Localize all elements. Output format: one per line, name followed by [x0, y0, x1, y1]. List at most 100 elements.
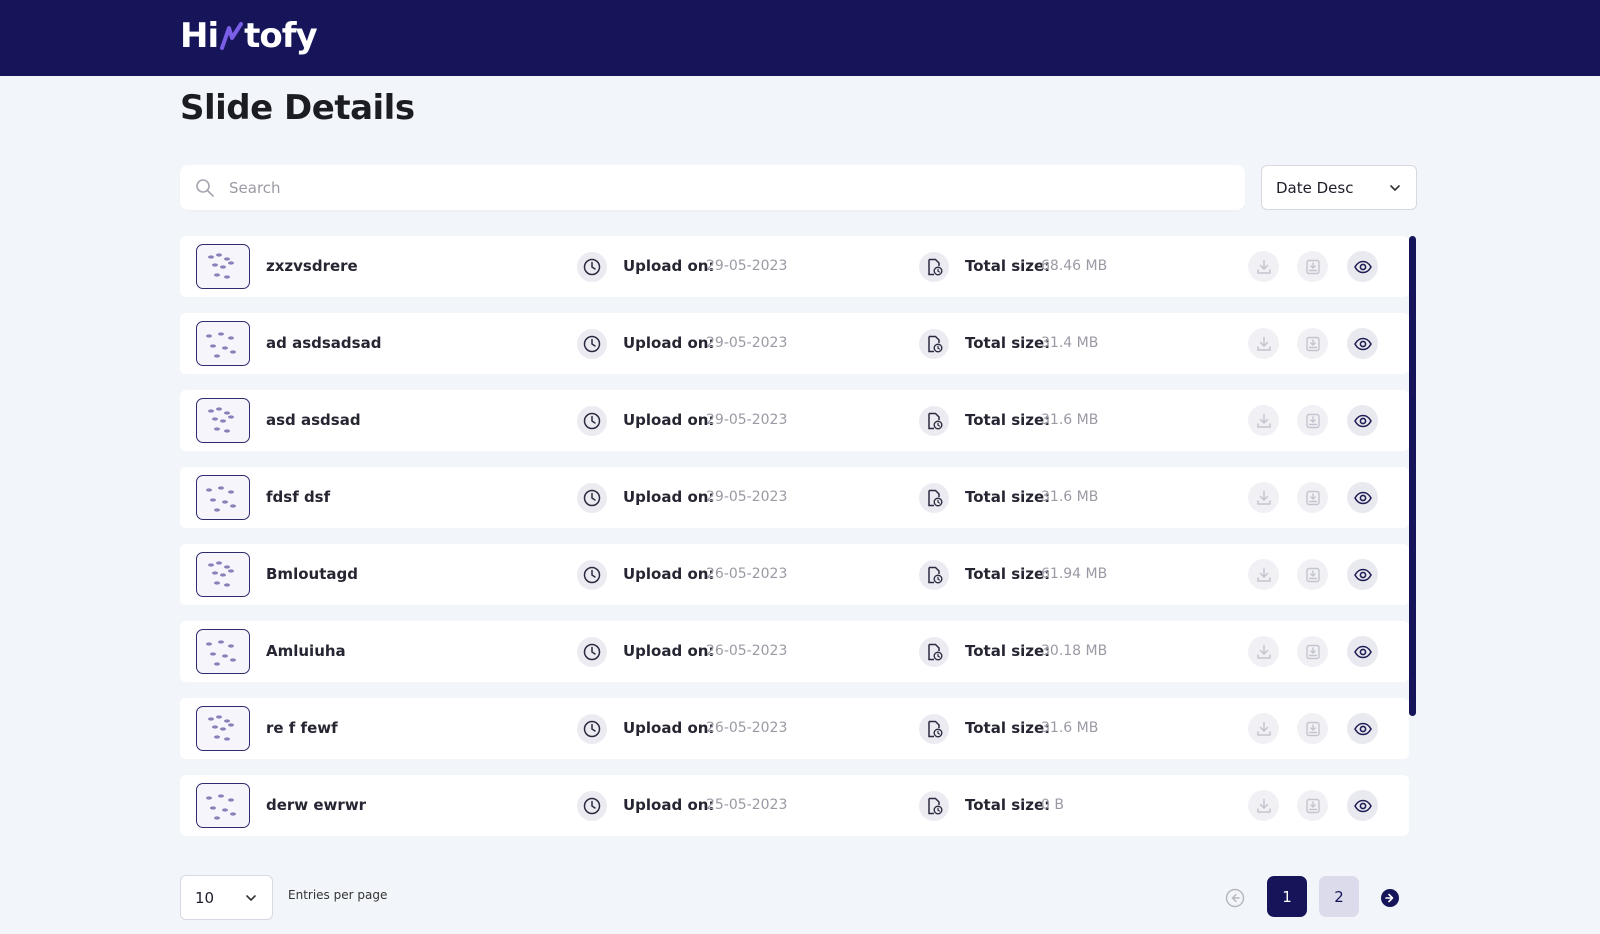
eye-icon [1353, 337, 1372, 350]
upload-on-label: Upload on: [623, 257, 715, 275]
view-button[interactable] [1347, 713, 1378, 744]
total-size-label: Total size: [965, 642, 1051, 660]
page-button-2[interactable]: 2 [1319, 876, 1359, 917]
report-download-icon [1305, 567, 1320, 582]
slide-row[interactable]: Bmloutagd Upload on: 26-05-2023 Total si… [180, 544, 1409, 605]
report-download-button[interactable] [1297, 559, 1328, 590]
slide-name: zxzvsdrere [266, 257, 358, 275]
download-button[interactable] [1248, 790, 1279, 821]
slide-thumbnail[interactable] [196, 398, 250, 443]
total-size-label: Total size: [965, 488, 1051, 506]
sort-dropdown[interactable]: Date Desc [1261, 165, 1417, 210]
report-download-button[interactable] [1297, 482, 1328, 513]
download-icon [1256, 336, 1271, 351]
upload-on-label: Upload on: [623, 642, 715, 660]
report-download-button[interactable] [1297, 790, 1328, 821]
total-size-label: Total size: [965, 796, 1051, 814]
clock-icon [577, 252, 607, 282]
view-button[interactable] [1347, 559, 1378, 590]
download-button[interactable] [1248, 328, 1279, 359]
report-download-button[interactable] [1297, 405, 1328, 436]
total-size-value: 30.18 MB [1041, 643, 1108, 659]
total-size-label: Total size: [965, 565, 1051, 583]
eye-icon [1353, 799, 1372, 812]
total-size-label: Total size: [965, 334, 1051, 352]
slide-row[interactable]: Amluiuha Upload on: 26-05-2023 Total siz… [180, 621, 1409, 682]
upload-date: 26-05-2023 [706, 566, 788, 582]
download-button[interactable] [1248, 482, 1279, 513]
report-download-button[interactable] [1297, 713, 1328, 744]
file-clock-icon [919, 252, 949, 282]
slide-row[interactable]: zxzvsdrere Upload on: 29-05-2023 Total s… [180, 236, 1409, 297]
total-size-value: 61.94 MB [1041, 566, 1108, 582]
report-download-button[interactable] [1297, 636, 1328, 667]
slide-name: Bmloutagd [266, 565, 358, 583]
eye-icon [1353, 491, 1372, 504]
view-button[interactable] [1347, 482, 1378, 513]
upload-date: 29-05-2023 [706, 335, 788, 351]
clock-icon [577, 791, 607, 821]
search-input[interactable] [229, 165, 1245, 210]
upload-on-label: Upload on: [623, 334, 715, 352]
view-button[interactable] [1347, 251, 1378, 282]
report-download-icon [1305, 490, 1320, 505]
entries-per-page-select[interactable]: 10 [180, 875, 273, 920]
logo-text-left: Hi [180, 16, 219, 56]
slide-name: fdsf dsf [266, 488, 331, 506]
histofy-logo[interactable]: Hi tofy [180, 16, 318, 56]
list-scrollbar[interactable] [1409, 236, 1416, 716]
file-clock-icon [919, 483, 949, 513]
view-button[interactable] [1347, 636, 1378, 667]
report-download-icon [1305, 259, 1320, 274]
eye-icon [1353, 722, 1372, 735]
upload-on-label: Upload on: [623, 565, 715, 583]
upload-date: 29-05-2023 [706, 258, 788, 274]
report-download-button[interactable] [1297, 251, 1328, 282]
download-button[interactable] [1248, 251, 1279, 282]
total-size-value: 31.6 MB [1041, 412, 1099, 428]
slide-row[interactable]: re f fewf Upload on: 26-05-2023 Total si… [180, 698, 1409, 759]
view-button[interactable] [1347, 405, 1378, 436]
total-size-label: Total size: [965, 411, 1051, 429]
slide-thumbnail[interactable] [196, 783, 250, 828]
download-icon [1256, 259, 1271, 274]
report-download-icon [1305, 798, 1320, 813]
search-bar[interactable] [180, 165, 1245, 210]
eye-icon [1353, 568, 1372, 581]
entries-per-page-label: Entries per page [288, 888, 388, 902]
slide-thumbnail[interactable] [196, 629, 250, 674]
slide-thumbnail[interactable] [196, 552, 250, 597]
page-button-1[interactable]: 1 [1267, 876, 1307, 917]
upload-date: 25-05-2023 [706, 797, 788, 813]
clock-icon [577, 329, 607, 359]
slide-thumbnail[interactable] [196, 244, 250, 289]
slide-row[interactable]: asd asdsad Upload on: 29-05-2023 Total s… [180, 390, 1409, 451]
download-icon [1256, 798, 1271, 813]
file-clock-icon [919, 329, 949, 359]
clock-icon [577, 714, 607, 744]
upload-on-label: Upload on: [623, 488, 715, 506]
total-size-value: 31.6 MB [1041, 489, 1099, 505]
slide-thumbnail[interactable] [196, 706, 250, 751]
previous-page-icon[interactable] [1225, 888, 1245, 908]
total-size-value: 0 B [1041, 797, 1064, 813]
slide-thumbnail[interactable] [196, 321, 250, 366]
report-download-button[interactable] [1297, 328, 1328, 359]
view-button[interactable] [1347, 328, 1378, 359]
report-download-icon [1305, 336, 1320, 351]
upload-on-label: Upload on: [623, 719, 715, 737]
download-icon [1256, 413, 1271, 428]
slide-row[interactable]: fdsf dsf Upload on: 29-05-2023 Total siz… [180, 467, 1409, 528]
total-size-value: 31.6 MB [1041, 720, 1099, 736]
slide-row[interactable]: derw ewrwr Upload on: 25-05-2023 Total s… [180, 775, 1409, 836]
download-button[interactable] [1248, 405, 1279, 436]
upload-date: 26-05-2023 [706, 720, 788, 736]
view-button[interactable] [1347, 790, 1378, 821]
slide-thumbnail[interactable] [196, 475, 250, 520]
download-button[interactable] [1248, 559, 1279, 590]
next-page-icon[interactable] [1380, 888, 1400, 908]
download-button[interactable] [1248, 713, 1279, 744]
slide-row[interactable]: ad asdsadsad Upload on: 29-05-2023 Total… [180, 313, 1409, 374]
download-button[interactable] [1248, 636, 1279, 667]
total-size-label: Total size: [965, 719, 1051, 737]
